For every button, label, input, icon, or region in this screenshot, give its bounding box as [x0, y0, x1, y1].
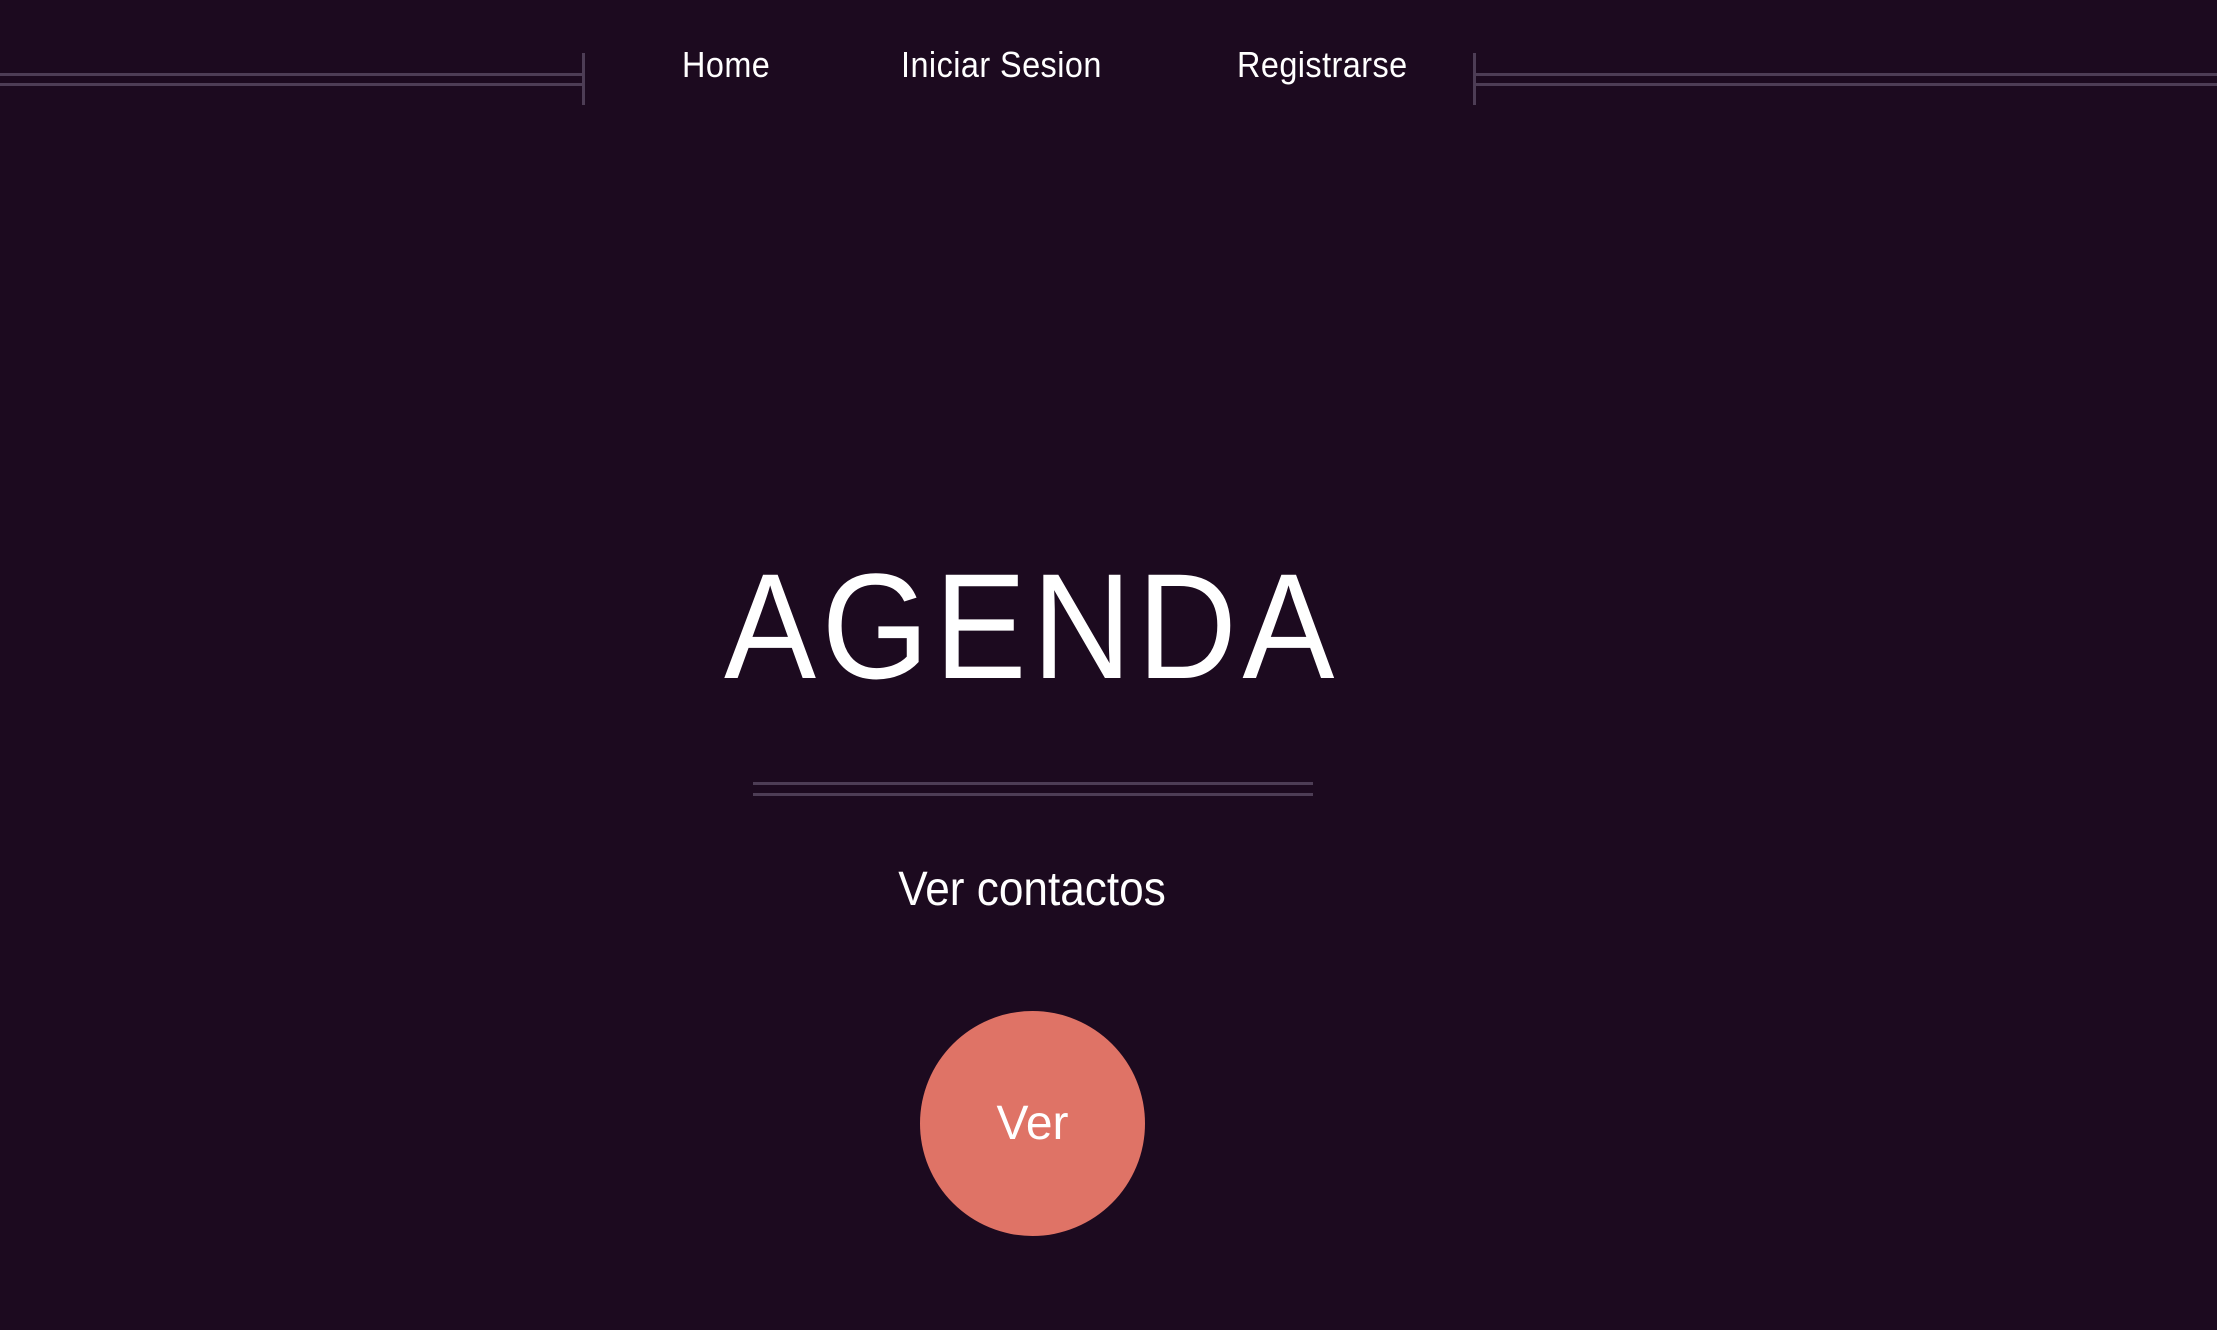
nav-link-home[interactable]: Home	[682, 44, 770, 86]
nav-left-tick	[582, 53, 585, 105]
nav-left-line-top	[0, 73, 583, 76]
nav-left-line-bottom	[0, 83, 583, 86]
nav-right-tick	[1473, 53, 1476, 105]
page-title: AGENDA	[724, 542, 1340, 710]
ver-button[interactable]: Ver	[920, 1011, 1145, 1236]
nav-right-line-bottom	[1474, 83, 2217, 86]
nav-link-iniciar-sesion[interactable]: Iniciar Sesion	[901, 44, 1102, 86]
subtitle: Ver contactos	[898, 863, 1166, 916]
title-divider-top	[753, 782, 1313, 785]
nav-right-line-top	[1474, 73, 2217, 76]
title-divider-bottom	[753, 793, 1313, 796]
nav-link-registrarse[interactable]: Registrarse	[1237, 44, 1408, 86]
